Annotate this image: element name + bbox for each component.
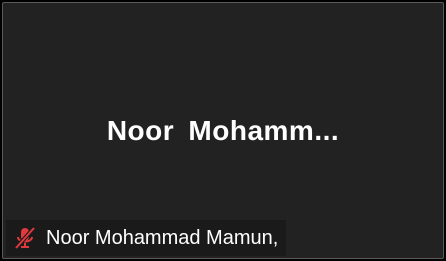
video-tile[interactable]: Noor Mohamm... Noor Mohammad Mamun, [2,2,444,259]
participant-name-bar: Noor Mohammad Mamun, [6,220,287,256]
participant-name-label: Noor Mohammad Mamun, [46,226,279,249]
participant-display-name: Noor Mohamm... [106,115,340,146]
microphone-muted-icon [12,225,38,251]
